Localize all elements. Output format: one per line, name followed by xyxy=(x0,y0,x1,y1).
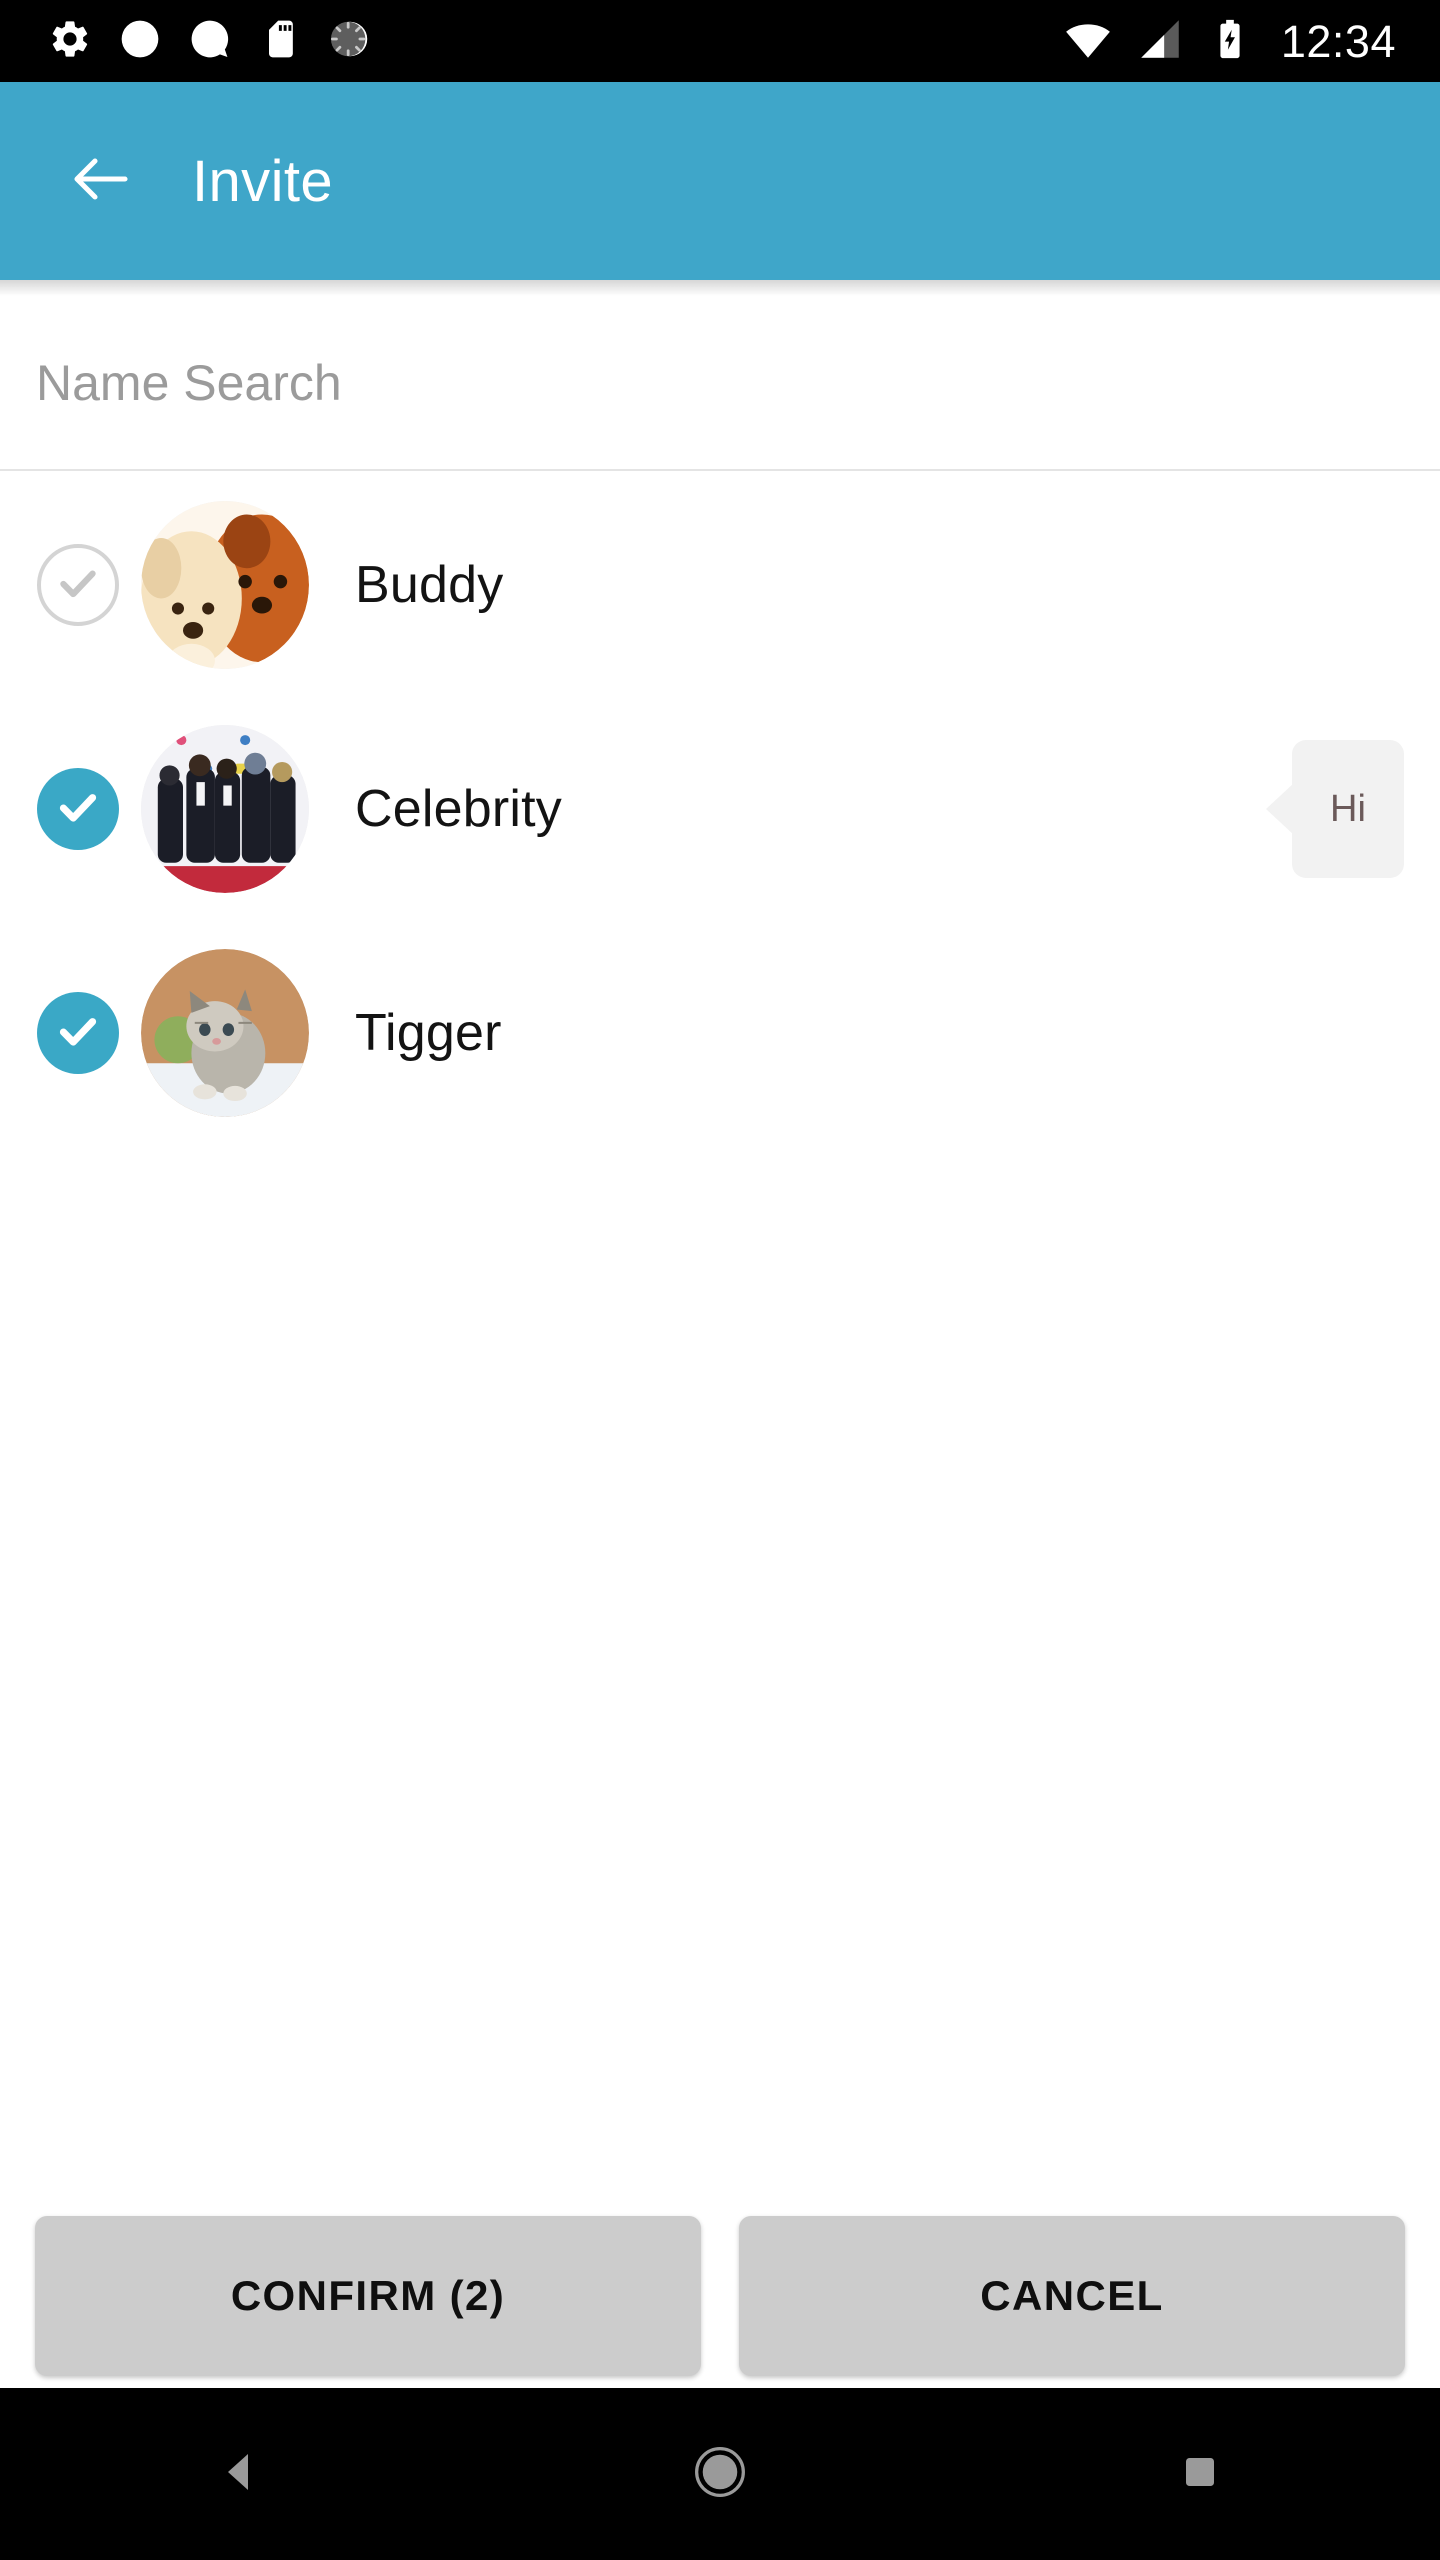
app-bar: Invite xyxy=(0,82,1440,280)
action-button-bar: CONFIRM (2) CANCEL xyxy=(0,2204,1440,2388)
nav-back-button[interactable] xyxy=(140,2388,340,2560)
message-bubble-text: Hi xyxy=(1330,787,1366,830)
home-circle-icon xyxy=(692,2444,748,2505)
avatar xyxy=(141,725,309,893)
arrow-left-icon xyxy=(65,143,137,220)
battery-charging-icon xyxy=(1207,16,1253,67)
status-bar: 12:34 xyxy=(0,0,1440,82)
android-nav-bar xyxy=(0,2388,1440,2560)
avatar xyxy=(141,949,309,1117)
back-triangle-icon xyxy=(216,2448,264,2501)
list-item-label: Celebrity xyxy=(355,780,562,838)
circle-icon xyxy=(118,17,162,66)
list-item[interactable]: Celebrity Hi xyxy=(0,697,1440,921)
list-item[interactable]: Buddy xyxy=(0,473,1440,697)
select-checkbox[interactable] xyxy=(37,544,119,626)
status-bar-clock: 12:34 xyxy=(1280,15,1396,67)
sync-spinner-icon xyxy=(328,17,372,66)
list-item[interactable]: Tigger xyxy=(0,921,1440,1145)
status-bar-left-icons xyxy=(0,17,372,66)
confirm-button[interactable]: CONFIRM (2) xyxy=(35,2216,701,2376)
search-input[interactable] xyxy=(0,353,1440,412)
contact-list: Buddy Celebrity Hi Tigger xyxy=(0,473,1440,1145)
select-checkbox[interactable] xyxy=(37,768,119,850)
check-icon xyxy=(53,782,103,837)
app-bar-shadow xyxy=(0,280,1440,296)
check-icon xyxy=(53,1006,103,1061)
avatar xyxy=(141,501,309,669)
nav-recents-button[interactable] xyxy=(1100,2388,1300,2560)
wifi-icon xyxy=(1063,14,1113,69)
sd-card-icon xyxy=(258,17,302,66)
status-bar-right-icons: 12:34 xyxy=(1063,14,1440,69)
select-checkbox[interactable] xyxy=(37,992,119,1074)
search-field-container xyxy=(0,296,1440,471)
check-icon xyxy=(53,558,103,613)
gear-icon xyxy=(48,17,92,66)
nav-home-button[interactable] xyxy=(620,2388,820,2560)
cell-signal-icon xyxy=(1135,14,1185,69)
phone-screen: 12:34 Invite Name Search Buddy Celebrity… xyxy=(0,0,1440,2560)
list-item-label: Tigger xyxy=(355,1004,502,1062)
message-bubble[interactable]: Hi xyxy=(1292,740,1404,878)
back-button[interactable] xyxy=(42,122,160,240)
recents-square-icon xyxy=(1179,2451,1221,2498)
cancel-button[interactable]: CANCEL xyxy=(739,2216,1405,2376)
speech-bubble-icon xyxy=(188,17,232,66)
list-item-label: Buddy xyxy=(355,556,504,614)
page-title: Invite xyxy=(192,148,334,214)
